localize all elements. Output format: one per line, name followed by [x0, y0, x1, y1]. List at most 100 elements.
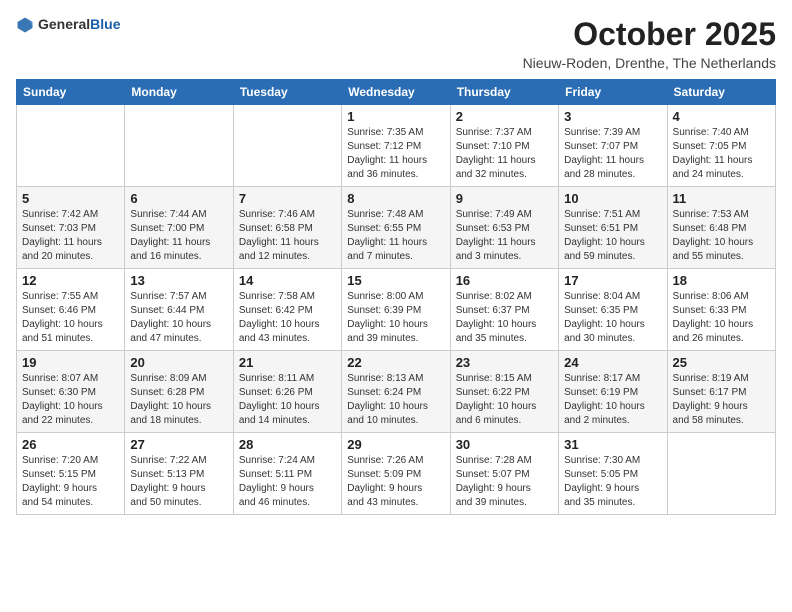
calendar-empty-cell [233, 105, 341, 187]
weekday-header-friday: Friday [559, 80, 667, 105]
day-number: 18 [673, 273, 770, 288]
day-number: 24 [564, 355, 661, 370]
logo: GeneralBlue [16, 16, 120, 34]
calendar-day-cell: 8Sunrise: 7:48 AM Sunset: 6:55 PM Daylig… [342, 187, 450, 269]
calendar-day-cell: 17 Sunrise: 8:04 AM Sunset: 6:35 PM Dayli… [559, 269, 667, 351]
day-number: 3 [564, 109, 661, 124]
calendar-day-cell: 27 Sunrise: 7:22 AM Sunset: 5:13 PM Dayli… [125, 433, 233, 515]
weekday-header-sunday: Sunday [17, 80, 125, 105]
calendar-day-cell: 13 Sunrise: 7:57 AM Sunset: 6:44 PM Dayli… [125, 269, 233, 351]
day-info: Sunrise: 8:09 AM Sunset: 6:28 PM Dayligh… [130, 372, 227, 428]
calendar-day-cell: 11Sunrise: 7:53 AM Sunset: 6:48 PM Dayli… [667, 187, 775, 269]
weekday-header-tuesday: Tuesday [233, 80, 341, 105]
day-info: Sunrise: 7:40 AM Sunset: 7:05 PM Dayligh… [673, 126, 770, 182]
calendar-day-cell: 25Sunrise: 8:19 AM Sunset: 6:17 PM Dayli… [667, 351, 775, 433]
day-info: Sunrise: 7:26 AM Sunset: 5:09 PM Dayligh… [347, 454, 444, 510]
day-number: 20 [130, 355, 227, 370]
day-number: 1 [347, 109, 444, 124]
day-info: Sunrise: 8:04 AM Sunset: 6:35 PM Dayligh… [564, 290, 661, 346]
calendar-week-row: 5 Sunrise: 7:42 AM Sunset: 7:03 PM Daylig… [17, 187, 776, 269]
day-number: 26 [22, 437, 119, 452]
calendar-week-row: 12Sunrise: 7:55 AM Sunset: 6:46 PM Dayli… [17, 269, 776, 351]
calendar-day-cell: 15 Sunrise: 8:00 AM Sunset: 6:39 PM Dayli… [342, 269, 450, 351]
day-info: Sunrise: 7:39 AM Sunset: 7:07 PM Dayligh… [564, 126, 661, 182]
day-info: Sunrise: 7:42 AM Sunset: 7:03 PM Dayligh… [22, 208, 119, 264]
calendar-day-cell: 7 Sunrise: 7:46 AM Sunset: 6:58 PM Daylig… [233, 187, 341, 269]
calendar-day-cell: 29 Sunrise: 7:26 AM Sunset: 5:09 PM Dayli… [342, 433, 450, 515]
calendar-day-cell: 26 Sunrise: 7:20 AM Sunset: 5:15 PM Dayli… [17, 433, 125, 515]
day-number: 10 [564, 191, 661, 206]
day-info: Sunrise: 8:17 AM Sunset: 6:19 PM Dayligh… [564, 372, 661, 428]
day-info: Sunrise: 7:44 AM Sunset: 7:00 PM Dayligh… [130, 208, 227, 264]
weekday-header-row: SundayMondayTuesdayWednesdayThursdayFrid… [17, 80, 776, 105]
calendar-day-cell: 30 Sunrise: 7:28 AM Sunset: 5:07 PM Dayli… [450, 433, 558, 515]
calendar-day-cell: 31 Sunrise: 7:30 AM Sunset: 5:05 PM Dayli… [559, 433, 667, 515]
calendar-day-cell: 19 Sunrise: 8:07 AM Sunset: 6:30 PM Dayli… [17, 351, 125, 433]
calendar-week-row: 1Sunrise: 7:35 AM Sunset: 7:12 PM Daylig… [17, 105, 776, 187]
day-info: Sunrise: 7:57 AM Sunset: 6:44 PM Dayligh… [130, 290, 227, 346]
day-number: 31 [564, 437, 661, 452]
logo-blue-text: Blue [90, 16, 120, 32]
calendar-day-cell: 20 Sunrise: 8:09 AM Sunset: 6:28 PM Dayli… [125, 351, 233, 433]
day-number: 22 [347, 355, 444, 370]
day-info: Sunrise: 7:51 AM Sunset: 6:51 PM Dayligh… [564, 208, 661, 264]
calendar-empty-cell [667, 433, 775, 515]
day-number: 25 [673, 355, 770, 370]
day-number: 30 [456, 437, 553, 452]
calendar-day-cell: 3 Sunrise: 7:39 AM Sunset: 7:07 PM Daylig… [559, 105, 667, 187]
calendar-empty-cell [125, 105, 233, 187]
day-number: 19 [22, 355, 119, 370]
calendar-day-cell: 1Sunrise: 7:35 AM Sunset: 7:12 PM Daylig… [342, 105, 450, 187]
day-info: Sunrise: 8:07 AM Sunset: 6:30 PM Dayligh… [22, 372, 119, 428]
calendar-day-cell: 10 Sunrise: 7:51 AM Sunset: 6:51 PM Dayli… [559, 187, 667, 269]
day-info: Sunrise: 7:58 AM Sunset: 6:42 PM Dayligh… [239, 290, 336, 346]
day-number: 9 [456, 191, 553, 206]
day-info: Sunrise: 8:11 AM Sunset: 6:26 PM Dayligh… [239, 372, 336, 428]
day-info: Sunrise: 8:02 AM Sunset: 6:37 PM Dayligh… [456, 290, 553, 346]
day-number: 16 [456, 273, 553, 288]
calendar-day-cell: 18 Sunrise: 8:06 AM Sunset: 6:33 PM Dayli… [667, 269, 775, 351]
weekday-header-monday: Monday [125, 80, 233, 105]
day-info: Sunrise: 7:28 AM Sunset: 5:07 PM Dayligh… [456, 454, 553, 510]
day-number: 5 [22, 191, 119, 206]
day-number: 28 [239, 437, 336, 452]
weekday-header-saturday: Saturday [667, 80, 775, 105]
day-info: Sunrise: 7:49 AM Sunset: 6:53 PM Dayligh… [456, 208, 553, 264]
day-info: Sunrise: 7:37 AM Sunset: 7:10 PM Dayligh… [456, 126, 553, 182]
day-info: Sunrise: 7:30 AM Sunset: 5:05 PM Dayligh… [564, 454, 661, 510]
day-number: 13 [130, 273, 227, 288]
day-info: Sunrise: 7:20 AM Sunset: 5:15 PM Dayligh… [22, 454, 119, 510]
calendar-day-cell: 4Sunrise: 7:40 AM Sunset: 7:05 PM Daylig… [667, 105, 775, 187]
title-section: October 2025 Nieuw-Roden, Drenthe, The N… [523, 16, 776, 71]
day-number: 7 [239, 191, 336, 206]
calendar-day-cell: 6 Sunrise: 7:44 AM Sunset: 7:00 PM Daylig… [125, 187, 233, 269]
day-number: 23 [456, 355, 553, 370]
calendar-day-cell: 22Sunrise: 8:13 AM Sunset: 6:24 PM Dayli… [342, 351, 450, 433]
calendar-day-cell: 5 Sunrise: 7:42 AM Sunset: 7:03 PM Daylig… [17, 187, 125, 269]
day-number: 2 [456, 109, 553, 124]
day-number: 17 [564, 273, 661, 288]
calendar-day-cell: 28Sunrise: 7:24 AM Sunset: 5:11 PM Dayli… [233, 433, 341, 515]
day-info: Sunrise: 8:15 AM Sunset: 6:22 PM Dayligh… [456, 372, 553, 428]
day-number: 6 [130, 191, 227, 206]
calendar-day-cell: 24 Sunrise: 8:17 AM Sunset: 6:19 PM Dayli… [559, 351, 667, 433]
day-info: Sunrise: 8:06 AM Sunset: 6:33 PM Dayligh… [673, 290, 770, 346]
calendar-day-cell: 16 Sunrise: 8:02 AM Sunset: 6:37 PM Dayli… [450, 269, 558, 351]
logo-icon [16, 16, 34, 34]
day-number: 29 [347, 437, 444, 452]
calendar-day-cell: 14Sunrise: 7:58 AM Sunset: 6:42 PM Dayli… [233, 269, 341, 351]
calendar-day-cell: 21Sunrise: 8:11 AM Sunset: 6:26 PM Dayli… [233, 351, 341, 433]
day-info: Sunrise: 8:00 AM Sunset: 6:39 PM Dayligh… [347, 290, 444, 346]
weekday-header-wednesday: Wednesday [342, 80, 450, 105]
calendar-table: SundayMondayTuesdayWednesdayThursdayFrid… [16, 79, 776, 515]
day-info: Sunrise: 7:55 AM Sunset: 6:46 PM Dayligh… [22, 290, 119, 346]
day-number: 15 [347, 273, 444, 288]
day-number: 11 [673, 191, 770, 206]
day-number: 27 [130, 437, 227, 452]
day-info: Sunrise: 7:22 AM Sunset: 5:13 PM Dayligh… [130, 454, 227, 510]
month-year-title: October 2025 [523, 16, 776, 53]
day-info: Sunrise: 7:46 AM Sunset: 6:58 PM Dayligh… [239, 208, 336, 264]
calendar-empty-cell [17, 105, 125, 187]
calendar-day-cell: 9 Sunrise: 7:49 AM Sunset: 6:53 PM Daylig… [450, 187, 558, 269]
page-header: GeneralBlue October 2025 Nieuw-Roden, Dr… [16, 16, 776, 71]
